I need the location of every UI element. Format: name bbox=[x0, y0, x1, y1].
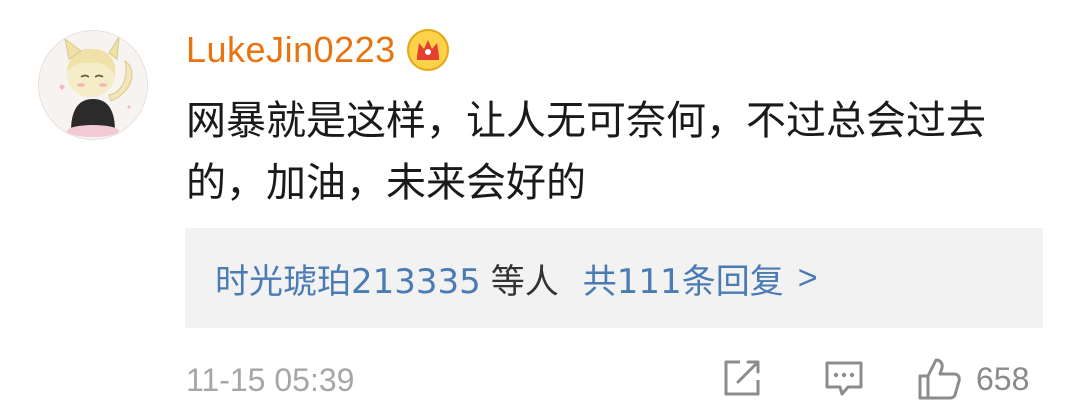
username-row: LukeJin0223 bbox=[186, 24, 450, 76]
reply-users-suffix: 等人 bbox=[490, 261, 559, 302]
comment-footer: 11-15 05:39 658 bbox=[186, 352, 1044, 408]
reply-users[interactable]: 时光琥珀213335 bbox=[215, 254, 481, 303]
like-button[interactable]: 658 bbox=[916, 356, 1029, 402]
reply-button[interactable] bbox=[822, 356, 866, 400]
comment-text: 网暴就是这样，让人无可奈何，不过总会过去的，加油，未来会好的 bbox=[186, 98, 986, 206]
comment-item: LukeJin0223 网暴就是这样，让人无可奈何，不过总会过去的，加油，未来会… bbox=[0, 0, 1080, 420]
avatar-image bbox=[39, 31, 147, 139]
comment-icon bbox=[825, 361, 863, 396]
username[interactable]: LukeJin0223 bbox=[186, 29, 396, 71]
replies-preview[interactable]: 时光琥珀213335 等人 共111条回复 > bbox=[185, 228, 1043, 328]
thumbs-up-icon bbox=[918, 358, 961, 400]
like-count: 658 bbox=[976, 360, 1030, 397]
reply-count[interactable]: 共111条回复 bbox=[583, 254, 784, 303]
vip-crown-icon[interactable] bbox=[406, 28, 450, 72]
avatar[interactable] bbox=[38, 30, 148, 140]
share-button[interactable] bbox=[720, 356, 764, 400]
timestamp: 11-15 05:39 bbox=[186, 362, 355, 398]
share-icon bbox=[724, 360, 760, 396]
chevron-right-icon: > bbox=[797, 258, 818, 297]
